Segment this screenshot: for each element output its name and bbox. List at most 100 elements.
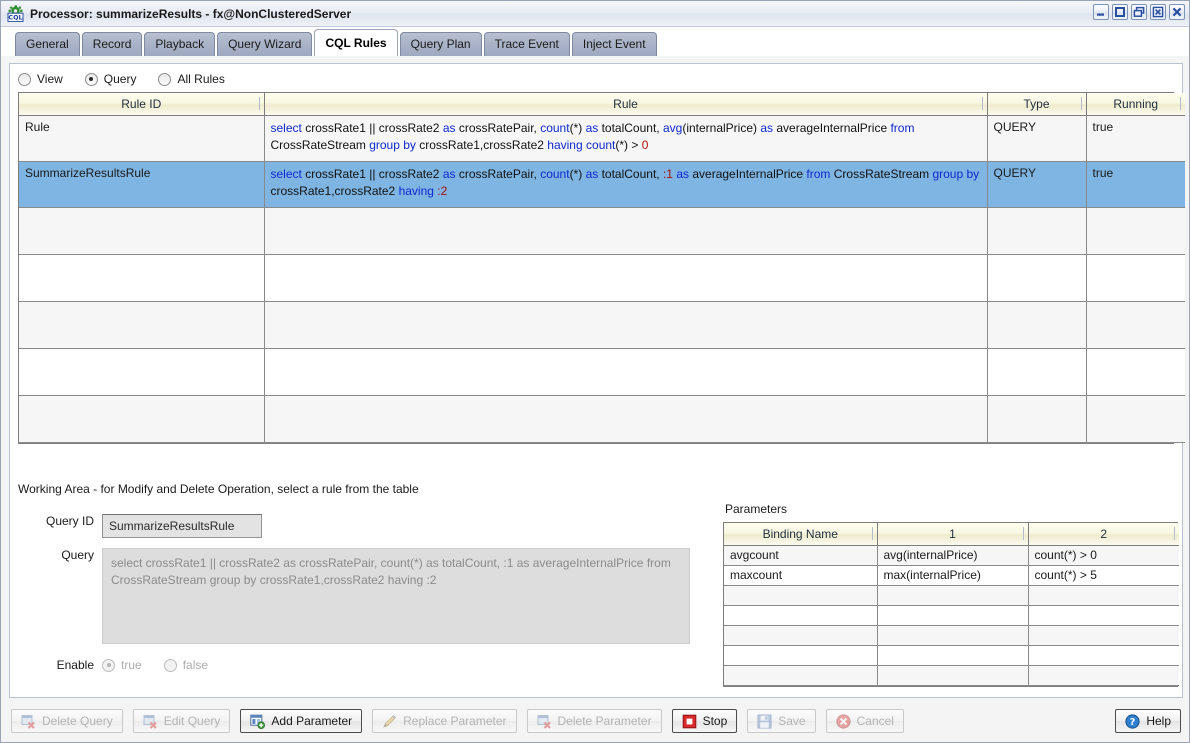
column-header-running[interactable]: Running: [1086, 93, 1185, 116]
cell-param-0: [724, 665, 878, 686]
table-row[interactable]: [19, 348, 1185, 396]
column-resize-grip[interactable]: [1180, 97, 1181, 110]
parameters-table-container[interactable]: Binding Name 1 2 avgcount avg(internalPri…: [723, 522, 1179, 687]
tab-query-wizard[interactable]: Query Wizard: [217, 32, 313, 56]
tab-playback[interactable]: Playback: [144, 32, 216, 56]
button-label: Save: [778, 714, 806, 728]
maximize-button[interactable]: [1112, 4, 1128, 20]
column-resize-grip[interactable]: [1174, 527, 1175, 540]
cell-param-1: [877, 585, 1029, 606]
cell-type: QUERY: [987, 161, 1087, 208]
enable-true-label: true: [121, 658, 142, 672]
query-token: count: [540, 166, 570, 181]
cancel-button[interactable]: Cancel: [825, 709, 904, 733]
edit-query-button[interactable]: Edit Query: [132, 709, 231, 733]
pencil-icon: [382, 714, 397, 729]
cell-param-2: count(*) > 5: [1028, 565, 1179, 586]
table-row[interactable]: maxcount max(internalPrice) count(*) > 5: [724, 565, 1179, 586]
column-header-type[interactable]: Type: [987, 93, 1087, 116]
query-token: CrossRateStream: [830, 166, 933, 181]
radio-query[interactable]: Query: [84, 72, 136, 86]
tab-query-plan[interactable]: Query Plan: [399, 32, 482, 56]
table-row[interactable]: [19, 395, 1185, 443]
cell-param-0: avgcount: [724, 545, 878, 566]
table-row[interactable]: [724, 605, 1179, 626]
query-id-input[interactable]: SummarizeResultsRule: [102, 514, 262, 538]
header-label: Rule: [613, 96, 638, 111]
restore-button[interactable]: [1131, 4, 1147, 20]
tab-record[interactable]: Record: [81, 32, 143, 56]
minimize-button[interactable]: [1093, 4, 1109, 20]
table-row[interactable]: SummarizeResultsRule select crossRate1 ||…: [19, 161, 1185, 208]
tab-trace-event[interactable]: Trace Event: [483, 32, 570, 56]
cell-param-2: [1028, 625, 1179, 646]
tab-general[interactable]: General: [15, 32, 80, 56]
query-token: from: [890, 120, 915, 135]
column-header-param-2[interactable]: 2: [1028, 523, 1179, 546]
help-button[interactable]: ? Help: [1115, 709, 1181, 733]
column-resize-grip[interactable]: [871, 527, 873, 540]
cell-running: [1086, 254, 1185, 302]
cell-running: true: [1086, 115, 1185, 162]
rules-table-body: Rule select crossRate1 || crossRate2 as c…: [19, 115, 1185, 443]
radio-all-rules[interactable]: All Rules: [158, 72, 225, 86]
query-token: (*): [569, 120, 586, 135]
button-label: Cancel: [856, 714, 894, 728]
query-token: crossRate1 || crossRate2: [301, 120, 443, 135]
tab-strip: General Record Playback Query Wizard CQL…: [1, 27, 1189, 56]
cell-rule-id: [19, 301, 265, 349]
window-titlebar: CQL Processor: summarizeResults - fx@Non…: [1, 1, 1189, 27]
column-header-param-1[interactable]: 1: [877, 523, 1029, 546]
table-row[interactable]: [19, 207, 1185, 255]
query-token: totalCount,: [598, 166, 663, 181]
query-token: (*): [569, 166, 586, 181]
column-resize-grip[interactable]: [1022, 527, 1024, 540]
table-row[interactable]: avgcount avg(internalPrice) count(*) > 0: [724, 545, 1179, 566]
table-row[interactable]: [724, 625, 1179, 646]
query-token: crossRate1 || crossRate2: [301, 166, 443, 181]
tab-inject-event[interactable]: Inject Event: [571, 32, 657, 56]
table-row[interactable]: [19, 254, 1185, 302]
query-token: having: [547, 137, 583, 152]
query-token: averageInternalPrice: [689, 166, 807, 181]
close-button[interactable]: [1169, 4, 1185, 20]
enable-radio-true[interactable]: true: [102, 658, 142, 672]
query-token: count: [540, 120, 570, 135]
delete-query-icon: [21, 714, 36, 729]
button-label: Edit Query: [163, 714, 221, 728]
table-row[interactable]: [724, 585, 1179, 606]
rules-table-header-row: Rule ID Rule Type Running: [19, 93, 1185, 116]
replace-parameter-button[interactable]: Replace Parameter: [372, 709, 517, 733]
add-parameter-button[interactable]: Add Parameter: [240, 709, 363, 733]
parameters-header-row: Binding Name 1 2: [724, 523, 1179, 546]
cell-rule-query: select crossRate1 || crossRate2 as cross…: [264, 161, 988, 208]
radio-view[interactable]: View: [18, 72, 63, 86]
table-row[interactable]: [19, 301, 1185, 349]
close-icon: [1172, 7, 1182, 17]
delete-parameter-button[interactable]: Delete Parameter: [526, 709, 662, 733]
header-label: 1: [949, 526, 956, 541]
column-resize-grip[interactable]: [981, 97, 983, 110]
delete-query-button[interactable]: Delete Query: [11, 709, 123, 733]
column-resize-grip[interactable]: [1080, 97, 1082, 110]
rules-table-container[interactable]: Rule ID Rule Type Running Rule select cro…: [18, 92, 1185, 444]
cell-rule-id: [19, 348, 265, 396]
enable-radio-false[interactable]: false: [163, 658, 208, 672]
column-resize-grip[interactable]: [258, 97, 260, 110]
tab-cql-rules[interactable]: CQL Rules: [314, 29, 398, 56]
column-header-binding-name[interactable]: Binding Name: [724, 523, 878, 546]
column-header-rule-id[interactable]: Rule ID: [19, 93, 265, 116]
table-row[interactable]: Rule select crossRate1 || crossRate2 as c…: [19, 115, 1185, 162]
column-header-rule[interactable]: Rule: [264, 93, 988, 116]
close-panel-button[interactable]: [1150, 4, 1166, 20]
table-row[interactable]: [724, 645, 1179, 666]
query-id-label: Query ID: [45, 514, 94, 528]
stop-button[interactable]: Stop: [671, 709, 738, 733]
table-row[interactable]: [724, 665, 1179, 686]
query-textarea[interactable]: select crossRate1 || crossRate2 as cross…: [102, 548, 690, 644]
save-button[interactable]: Save: [747, 709, 816, 733]
enable-row: Enable true false: [18, 658, 208, 672]
action-button-bar: Delete Query Edit Query Add Parameter Re…: [1, 706, 1190, 736]
query-token: as: [676, 166, 690, 181]
query-token: group by: [369, 137, 416, 152]
